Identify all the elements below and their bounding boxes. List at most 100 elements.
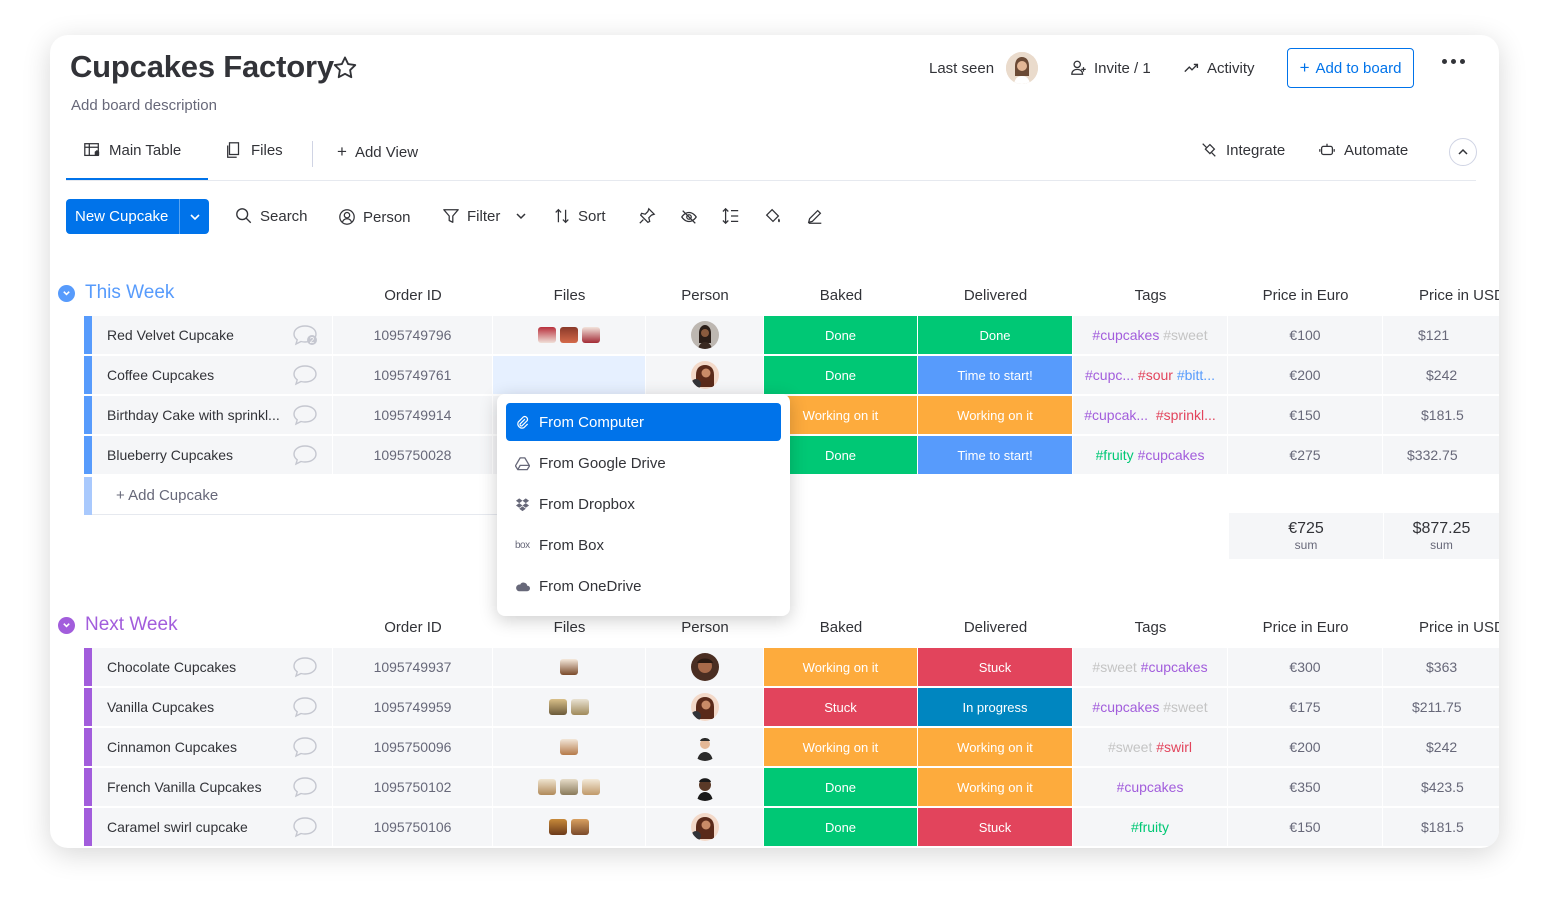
- column-header-price-eur[interactable]: Price in Euro: [1228, 619, 1383, 636]
- paint-bucket-icon[interactable]: [764, 207, 782, 225]
- price-eur[interactable]: €175: [1228, 688, 1382, 726]
- comment-bubble-icon[interactable]: 2: [292, 324, 318, 346]
- file-thumbnail[interactable]: [571, 699, 589, 715]
- tab-main-table[interactable]: Main Table: [83, 141, 181, 159]
- person-cell[interactable]: [646, 768, 763, 806]
- delivered-status[interactable]: Stuck: [918, 808, 1072, 846]
- avatar[interactable]: [690, 813, 719, 841]
- item-name[interactable]: Caramel swirl cupcake: [107, 819, 248, 835]
- price-eur[interactable]: €150: [1228, 396, 1382, 434]
- file-thumbnail[interactable]: [582, 327, 600, 343]
- files-cell[interactable]: [493, 688, 645, 726]
- avatar[interactable]: [690, 321, 719, 349]
- baked-status[interactable]: Done: [764, 808, 917, 846]
- order-id[interactable]: 1095750028: [333, 436, 492, 474]
- column-header-files[interactable]: Files: [493, 619, 646, 636]
- order-id[interactable]: 1095750102: [333, 768, 492, 806]
- delivered-status[interactable]: In progress: [918, 688, 1072, 726]
- file-thumbnail[interactable]: [549, 819, 567, 835]
- delivered-status[interactable]: Working on it: [918, 768, 1072, 806]
- column-header-files[interactable]: Files: [493, 287, 646, 304]
- order-id[interactable]: 1095750106: [333, 808, 492, 846]
- last-seen[interactable]: Last seen: [929, 52, 1039, 84]
- column-header-delivered[interactable]: Delivered: [918, 287, 1073, 304]
- file-thumbnail[interactable]: [560, 779, 578, 795]
- tags-cell[interactable]: #fruity: [1073, 808, 1227, 846]
- filter-button[interactable]: Filter: [442, 207, 527, 225]
- comment-bubble-icon[interactable]: [292, 364, 318, 386]
- avatar[interactable]: [690, 653, 719, 681]
- activity-button[interactable]: Activity: [1183, 59, 1255, 77]
- menu-item-from-google-drive[interactable]: From Google Drive: [506, 444, 781, 482]
- search-button[interactable]: Search: [235, 207, 308, 225]
- order-id[interactable]: 1095749914: [333, 396, 492, 434]
- person-filter-button[interactable]: Person: [338, 208, 411, 226]
- column-header-order-id[interactable]: Order ID: [333, 619, 493, 636]
- file-thumbnail[interactable]: [582, 779, 600, 795]
- chevron-down-icon[interactable]: [58, 284, 75, 302]
- file-thumbnail[interactable]: [538, 779, 556, 795]
- chevron-down-icon[interactable]: [179, 199, 209, 234]
- group-title[interactable]: Next Week: [85, 614, 178, 636]
- price-eur[interactable]: €100: [1228, 316, 1382, 354]
- person-cell[interactable]: [646, 728, 763, 766]
- price-usd[interactable]: $332.75: [1383, 436, 1499, 474]
- order-id[interactable]: 1095749959: [333, 688, 492, 726]
- delivered-status[interactable]: Done: [918, 316, 1072, 354]
- price-usd[interactable]: $363: [1383, 648, 1499, 686]
- order-id[interactable]: 1095750096: [333, 728, 492, 766]
- person-cell[interactable]: [646, 688, 763, 726]
- menu-item-from-dropbox[interactable]: From Dropbox: [506, 485, 781, 523]
- avatar[interactable]: [690, 693, 719, 721]
- price-eur[interactable]: €200: [1228, 728, 1382, 766]
- menu-item-from-computer[interactable]: From Computer: [506, 403, 781, 441]
- delivered-status[interactable]: Working on it: [918, 396, 1072, 434]
- files-cell[interactable]: [493, 768, 645, 806]
- item-name[interactable]: French Vanilla Cupcakes: [107, 779, 262, 795]
- pencil-icon[interactable]: [806, 207, 824, 225]
- chevron-down-icon[interactable]: [515, 210, 527, 222]
- menu-item-from-box[interactable]: box From Box: [506, 526, 781, 564]
- delivered-status[interactable]: Time to start!: [918, 356, 1072, 394]
- person-cell[interactable]: [646, 316, 763, 354]
- group-title[interactable]: This Week: [85, 282, 174, 304]
- column-header-person[interactable]: Person: [646, 619, 764, 636]
- file-thumbnail[interactable]: [549, 699, 567, 715]
- chevron-down-icon[interactable]: [58, 616, 75, 634]
- price-usd[interactable]: $242: [1383, 356, 1499, 394]
- item-name[interactable]: Chocolate Cupcakes: [107, 659, 236, 675]
- price-eur[interactable]: €150: [1228, 808, 1382, 846]
- item-name[interactable]: Coffee Cupcakes: [107, 367, 214, 383]
- comment-bubble-icon[interactable]: [292, 444, 318, 466]
- price-usd[interactable]: $211.75: [1383, 688, 1499, 726]
- item-name[interactable]: Birthday Cake with sprinkl...: [107, 407, 280, 423]
- baked-status[interactable]: Stuck: [764, 688, 917, 726]
- item-name[interactable]: Vanilla Cupcakes: [107, 699, 214, 715]
- person-cell[interactable]: [646, 808, 763, 846]
- column-header-delivered[interactable]: Delivered: [918, 619, 1073, 636]
- files-cell[interactable]: [493, 808, 645, 846]
- tags-cell[interactable]: #sweet #swirl: [1073, 728, 1227, 766]
- sort-button[interactable]: Sort: [553, 207, 606, 225]
- baked-status[interactable]: Done: [764, 768, 917, 806]
- order-id[interactable]: 1095749761: [333, 356, 492, 394]
- more-icon[interactable]: [1442, 59, 1465, 64]
- avatar[interactable]: [690, 733, 719, 761]
- pin-icon[interactable]: [638, 207, 656, 225]
- tags-cell[interactable]: #cupcakes: [1073, 768, 1227, 806]
- avatar[interactable]: [690, 773, 719, 801]
- tags-cell[interactable]: #cupcak... #sprinkl...: [1073, 396, 1227, 434]
- add-view-button[interactable]: + Add View: [337, 142, 418, 162]
- collapse-header-button[interactable]: [1449, 138, 1477, 166]
- files-cell[interactable]: [493, 648, 645, 686]
- price-eur[interactable]: €300: [1228, 648, 1382, 686]
- column-header-order-id[interactable]: Order ID: [333, 287, 493, 304]
- baked-status[interactable]: Working on it: [764, 648, 917, 686]
- add-to-board-button[interactable]: + Add to board: [1287, 48, 1414, 88]
- file-thumbnail[interactable]: [560, 327, 578, 343]
- menu-item-from-onedrive[interactable]: From OneDrive: [506, 567, 781, 605]
- person-cell[interactable]: [646, 356, 763, 394]
- order-id[interactable]: 1095749937: [333, 648, 492, 686]
- price-eur[interactable]: €350: [1228, 768, 1382, 806]
- baked-status[interactable]: Done: [764, 316, 917, 354]
